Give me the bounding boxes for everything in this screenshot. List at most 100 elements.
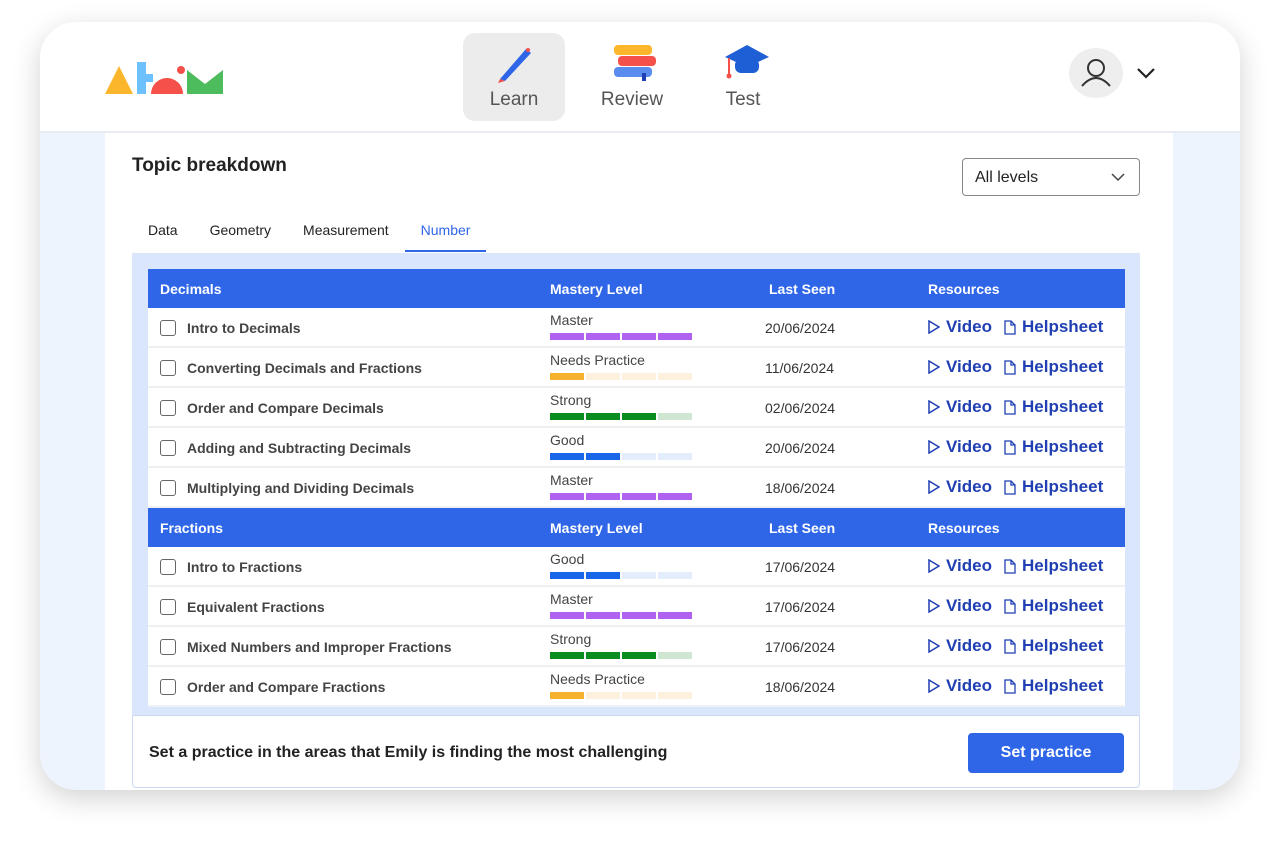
topic-name: Multiplying and Dividing Decimals <box>187 480 415 496</box>
resources-header: Resources <box>928 281 1000 297</box>
video-label: Video <box>946 556 992 575</box>
video-link[interactable]: Video <box>928 636 1004 656</box>
section-header: Decimals Mastery Level Last Seen Resources <box>148 269 1125 308</box>
mastery-level: Master <box>550 472 593 488</box>
row-checkbox[interactable] <box>160 400 176 416</box>
video-label: Video <box>946 636 992 655</box>
user-avatar[interactable] <box>1069 48 1123 98</box>
mastery-segment <box>622 612 656 619</box>
video-link[interactable]: Video <box>928 317 1004 337</box>
row-checkbox[interactable] <box>160 360 176 376</box>
row-checkbox[interactable] <box>160 320 176 336</box>
row-checkbox[interactable] <box>160 440 176 456</box>
video-label: Video <box>946 676 992 695</box>
video-label: Video <box>946 397 992 416</box>
level-select-value: All levels <box>975 169 1039 186</box>
tab-geometry[interactable]: Geometry <box>194 216 287 252</box>
mastery-bar <box>550 333 692 340</box>
helpsheet-label: Helpsheet <box>1021 397 1104 416</box>
mastery-segment <box>586 453 620 460</box>
document-icon <box>1004 319 1016 335</box>
table-scroll-area[interactable]: Decimals Mastery Level Last Seen Resources I… <box>132 253 1140 715</box>
topic-name: Mixed Numbers and Improper Fractions <box>187 639 452 655</box>
play-icon <box>928 440 940 454</box>
helpsheet-link[interactable]: Helpsheet <box>1004 596 1115 616</box>
resources-header: Resources <box>928 520 1000 536</box>
mastery-segment <box>622 413 656 420</box>
mastery-bar <box>550 572 692 579</box>
video-link[interactable]: Video <box>928 556 1004 576</box>
helpsheet-link[interactable]: Helpsheet <box>1004 357 1115 377</box>
mastery-header: Mastery Level <box>550 281 643 297</box>
mastery-level: Strong <box>550 392 592 408</box>
mastery-segment <box>622 373 656 380</box>
row-checkbox[interactable] <box>160 679 176 695</box>
topic-name: Order and Compare Decimals <box>187 400 384 416</box>
mastery-segment <box>550 572 584 579</box>
level-select[interactable]: All levels <box>962 158 1140 196</box>
row-checkbox[interactable] <box>160 480 176 496</box>
nav-label: Review <box>600 89 664 110</box>
helpsheet-link[interactable]: Helpsheet <box>1004 676 1115 696</box>
last-seen-date: 17/06/2024 <box>765 559 836 575</box>
helpsheet-link[interactable]: Helpsheet <box>1004 636 1115 656</box>
video-link[interactable]: Video <box>928 437 1004 457</box>
helpsheet-label: Helpsheet <box>1021 596 1104 615</box>
nav-review[interactable]: Review <box>581 33 683 121</box>
tab-measurement[interactable]: Measurement <box>287 216 405 252</box>
page-title: Topic breakdown <box>132 155 287 176</box>
last-seen-date: 11/06/2024 <box>765 360 835 376</box>
play-icon <box>928 320 940 334</box>
mastery-level: Strong <box>550 631 592 647</box>
helpsheet-link[interactable]: Helpsheet <box>1004 397 1115 417</box>
mastery-segment <box>586 652 620 659</box>
mastery-bar <box>550 413 692 420</box>
row-checkbox[interactable] <box>160 599 176 615</box>
topic-table: Decimals Mastery Level Last Seen Resources I… <box>148 269 1125 707</box>
video-label: Video <box>946 317 992 336</box>
table-row: Equivalent Fractions Master 17/06/2024 Vide… <box>148 587 1125 627</box>
helpsheet-link[interactable]: Helpsheet <box>1004 477 1115 497</box>
set-practice-button[interactable]: Set practice <box>968 733 1124 773</box>
nav-learn[interactable]: Learn <box>463 33 565 121</box>
chevron-down-icon <box>1111 173 1125 182</box>
tab-number[interactable]: Number <box>404 216 487 252</box>
section-header: Fractions Mastery Level Last Seen Resources <box>148 508 1125 547</box>
helpsheet-label: Helpsheet <box>1021 437 1104 456</box>
nav-label: Test <box>725 89 761 110</box>
video-link[interactable]: Video <box>928 357 1004 377</box>
document-icon <box>1004 479 1016 495</box>
mastery-segment <box>622 493 656 500</box>
topic-name: Equivalent Fractions <box>187 599 325 615</box>
tab-data[interactable]: Data <box>132 216 194 252</box>
mastery-segment <box>658 692 692 699</box>
document-icon <box>1004 558 1016 574</box>
mastery-bar <box>550 453 692 460</box>
video-link[interactable]: Video <box>928 596 1004 616</box>
app-window: Learn Review Test Topic breakdown All leve… <box>40 22 1240 790</box>
mastery-header: Mastery Level <box>550 520 643 536</box>
helpsheet-link[interactable]: Helpsheet <box>1004 556 1115 576</box>
topic-tabs: Data Geometry Measurement Number <box>132 216 487 252</box>
row-checkbox[interactable] <box>160 639 176 655</box>
video-label: Video <box>946 477 992 496</box>
mastery-segment <box>658 333 692 340</box>
mastery-segment <box>586 413 620 420</box>
table-row: Multiplying and Dividing Decimals Master 1… <box>148 468 1125 508</box>
row-checkbox[interactable] <box>160 559 176 575</box>
nav-test[interactable]: Test <box>692 33 794 121</box>
video-link[interactable]: Video <box>928 477 1004 497</box>
document-icon <box>1004 359 1016 375</box>
helpsheet-link[interactable]: Helpsheet <box>1004 437 1115 457</box>
table-row: Order and Compare Decimals Strong 02/06/20… <box>148 388 1125 428</box>
mastery-level: Master <box>550 591 593 607</box>
video-link[interactable]: Video <box>928 676 1004 696</box>
helpsheet-link[interactable]: Helpsheet <box>1004 317 1115 337</box>
table-row: Intro to Fractions Good 17/06/2024 Video Hel… <box>148 547 1125 587</box>
helpsheet-label: Helpsheet <box>1021 477 1104 496</box>
chevron-down-icon[interactable] <box>1136 66 1156 80</box>
video-link[interactable]: Video <box>928 397 1004 417</box>
mastery-bar <box>550 652 692 659</box>
document-icon <box>1004 399 1016 415</box>
practice-footer: Set a practice in the areas that Emily i… <box>132 715 1140 788</box>
